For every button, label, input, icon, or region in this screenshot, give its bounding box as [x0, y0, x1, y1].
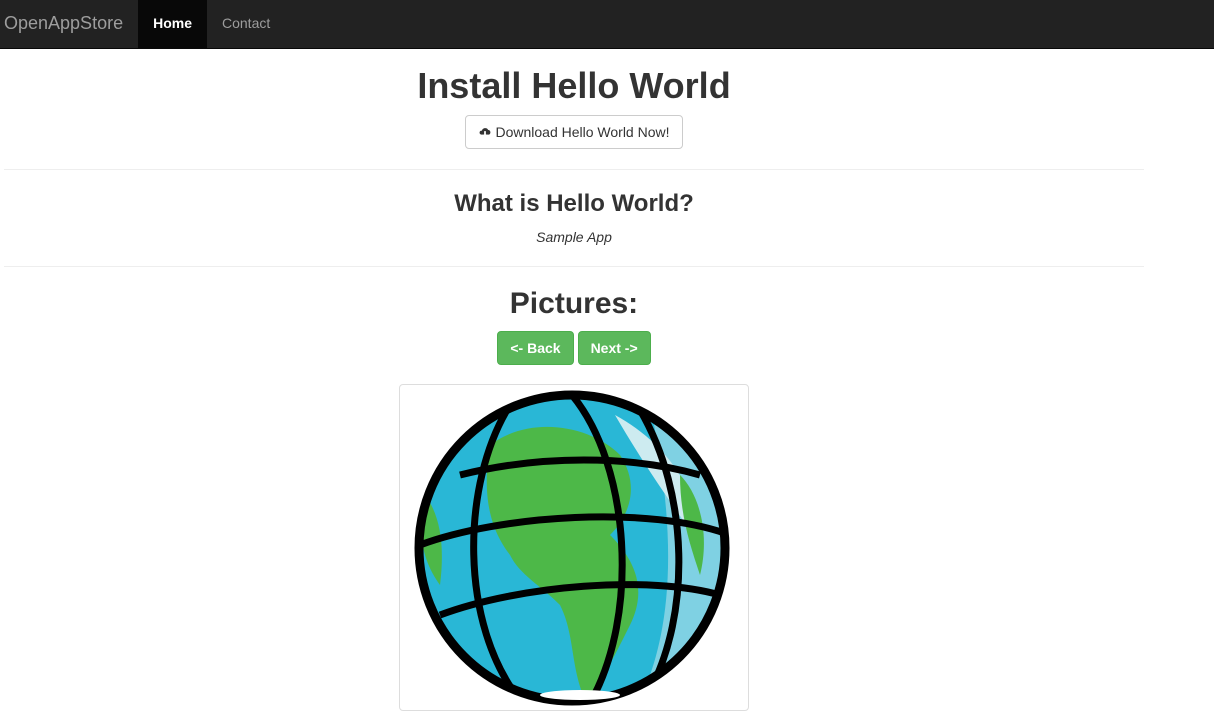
download-button-label: Download Hello World Now! — [495, 124, 670, 140]
cloud-download-icon — [480, 128, 491, 138]
back-button[interactable]: <- Back — [497, 331, 574, 365]
about-heading: What is Hello World? — [454, 190, 694, 217]
globe-image — [414, 390, 730, 706]
divider — [4, 266, 1144, 267]
divider — [4, 169, 1144, 170]
nav-home[interactable]: Home — [138, 0, 207, 48]
page-title: Install Hello World — [417, 65, 731, 106]
picture-pager: <- Back Next -> — [4, 331, 1144, 365]
picture-thumbnail — [399, 384, 749, 711]
about-text: Sample App — [536, 229, 612, 245]
download-button[interactable]: Download Hello World Now! — [465, 115, 683, 149]
pictures-heading: Pictures: — [509, 287, 639, 320]
top-navbar: OpenAppStore Home Contact — [0, 0, 1214, 49]
brand-link[interactable]: OpenAppStore — [0, 0, 138, 48]
nav-contact[interactable]: Contact — [207, 0, 285, 48]
next-button[interactable]: Next -> — [577, 331, 651, 365]
main-content: Install Hello World Download Hello World… — [4, 49, 1144, 711]
